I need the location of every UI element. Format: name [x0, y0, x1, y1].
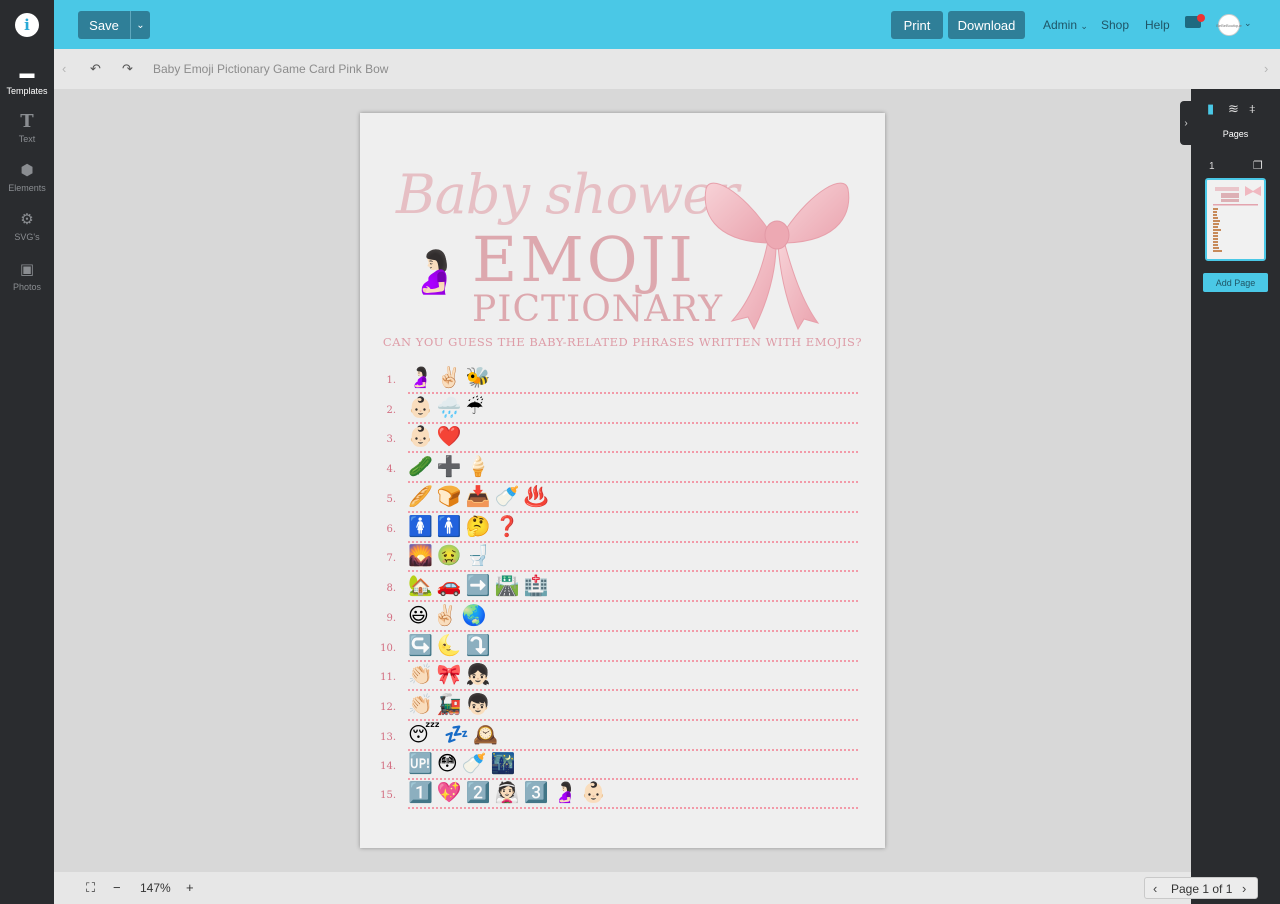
pages-icon[interactable]: ▮ — [1207, 101, 1214, 117]
thumbnail-preview — [1207, 180, 1264, 259]
page-navigator: ‹ Page 1 of 1 › — [1144, 877, 1258, 899]
bottom-bar: ⛶ − 147% + ‹ Page 1 of 1 › — [54, 872, 1258, 904]
list-item: 13. 😴💤🕰️ — [360, 722, 885, 752]
title-emoji[interactable]: EMOJI — [472, 223, 696, 296]
logo-icon: i — [15, 12, 39, 37]
sidebar-item-templates[interactable]: ▬ Templates — [0, 65, 54, 96]
print-button[interactable]: Print — [891, 11, 943, 39]
settings-sliders-icon[interactable]: ⧧ — [1249, 101, 1256, 117]
nav-help[interactable]: Help — [1145, 18, 1170, 32]
save-button-group: Save ⌄ — [78, 11, 150, 39]
gear-icon: ⚙ — [20, 211, 34, 228]
page-thumbnail[interactable] — [1205, 178, 1266, 261]
zoom-out-icon[interactable]: − — [113, 880, 121, 895]
list-item: 8. 🏡🚗➡️🛣️🏥 — [360, 573, 885, 603]
list-item: 15. 1️⃣💖2️⃣👰🏻3️⃣🤰🏻👶🏻 — [360, 780, 885, 810]
save-button[interactable]: Save — [78, 11, 130, 39]
list-item: 11. 👏🏻🎀👧🏻 — [360, 662, 885, 692]
nav-admin[interactable]: Admin ⌄ — [1043, 18, 1088, 32]
pregnant-woman-emoji[interactable]: 🤰🏻 — [408, 251, 460, 293]
list-item: 10. ↪️🌜⤵️ — [360, 633, 885, 663]
list-item: 14. 🆙😳🍼🌃 — [360, 751, 885, 781]
list-item: 5. 🥖🍞📥🍼♨️ — [360, 484, 885, 514]
zoom-level[interactable]: 147% — [140, 881, 171, 895]
chevron-down-icon: ⌄ — [136, 19, 145, 31]
duplicate-page-icon[interactable]: ❐ — [1253, 159, 1263, 172]
pink-bow-image[interactable] — [702, 171, 852, 331]
chevron-down-icon: ⌄ — [1080, 21, 1088, 31]
sidebar-item-svgs[interactable]: ⚙ SVG's — [0, 211, 54, 242]
avatar[interactable]: BeBeBoutique — [1216, 14, 1242, 36]
zoom-in-icon[interactable]: + — [186, 880, 194, 895]
script-title[interactable]: Baby shower — [396, 163, 739, 226]
mail-badge — [1197, 14, 1205, 22]
nav-shop[interactable]: Shop — [1101, 18, 1129, 32]
pages-panel: ▮ ≋ ⧧ Pages 1 ❐ Add Page — [1191, 89, 1280, 904]
page-number: 1 — [1209, 161, 1215, 172]
fullscreen-icon[interactable]: ⛶ — [86, 880, 95, 896]
sidebar-item-elements[interactable]: ⬢ Elements — [0, 162, 54, 193]
prev-page-icon[interactable]: ‹ — [1153, 881, 1157, 896]
add-page-button[interactable]: Add Page — [1203, 273, 1268, 292]
redo-icon[interactable]: ↷ — [122, 61, 133, 77]
sidebar-item-text[interactable]: T Text — [0, 111, 54, 145]
save-dropdown-button[interactable]: ⌄ — [130, 11, 150, 39]
cube-icon: ⬢ — [20, 162, 34, 179]
title-pictionary[interactable]: PICTIONARY — [472, 289, 723, 330]
top-bar: i Save ⌄ Print Download Admin ⌄ Shop Hel… — [0, 0, 1280, 49]
sidebar-item-photos[interactable]: ▣ Photos — [0, 261, 54, 292]
list-item: 7. 🌄🤢🚽 — [360, 543, 885, 573]
list-item: 12. 👏🏻🚂👦🏻 — [360, 692, 885, 722]
chevron-right-icon[interactable]: › — [1264, 61, 1268, 76]
list-item: 3. 👶🏻❤️ — [360, 424, 885, 454]
page-indicator: Page 1 of 1 — [1171, 882, 1233, 896]
layers-icon[interactable]: ≋ — [1228, 101, 1239, 117]
left-sidebar: ▬ Templates T Text ⬢ Elements ⚙ SVG's ▣ … — [0, 49, 54, 904]
list-item: 2. 👶🏻🌧️☔ — [360, 395, 885, 425]
editor-toolbar: ‹ ↶ ↷ Baby Emoji Pictionary Game Card Pi… — [54, 49, 1280, 89]
document-title[interactable]: Baby Emoji Pictionary Game Card Pink Bow — [153, 62, 388, 76]
chevron-left-icon[interactable]: ‹ — [62, 61, 66, 76]
subtitle[interactable]: CAN YOU GUESS THE BABY-RELATED PHRASES W… — [360, 335, 885, 349]
design-page[interactable]: Baby shower EMOJI PICTIONARY 🤰🏻 CAN YOU … — [360, 113, 885, 848]
chevron-down-icon[interactable]: ⌄ — [1244, 18, 1252, 29]
pages-label: Pages — [1222, 129, 1249, 139]
list-item: 4. 🥒➕🍦 — [360, 454, 885, 484]
chevron-right-icon: › — [1184, 117, 1188, 129]
folder-icon: ▬ — [19, 65, 35, 82]
list-item: 6. 🚺🚹🤔❓ — [360, 514, 885, 544]
image-icon: ▣ — [19, 261, 35, 278]
app-logo[interactable]: i — [0, 0, 54, 49]
next-page-icon[interactable]: › — [1242, 881, 1246, 896]
list-item: 1. 🤰🏻✌🏻🐝 — [360, 365, 885, 395]
list-item: 9. 😃✌🏻🌏 — [360, 603, 885, 633]
text-icon: T — [20, 111, 34, 132]
download-button[interactable]: Download — [948, 11, 1025, 39]
undo-icon[interactable]: ↶ — [90, 61, 101, 77]
